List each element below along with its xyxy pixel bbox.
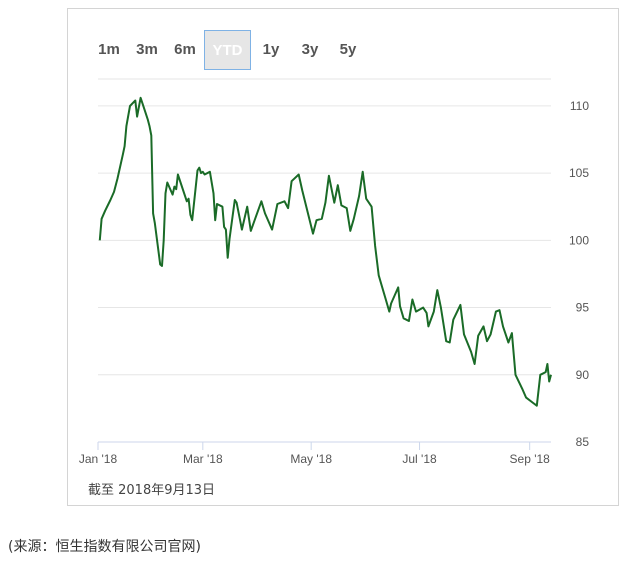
y-tick-label: 90	[576, 368, 590, 382]
x-tick-label: Jul '18	[402, 452, 437, 466]
source-note: (来源：恒生指数有限公司官网)	[8, 539, 201, 555]
x-tick-label: May '18	[290, 452, 332, 466]
grid-lines	[98, 78, 551, 376]
x-axis: Jan '18 Mar '18 May '18 Jul '18 Sep '18	[79, 441, 551, 466]
x-tick-label: Mar '18	[183, 452, 223, 466]
y-tick-label: 110	[570, 99, 589, 113]
line-chart: 85 90 95 100 105 110 Jan '18 Mar '18 May '18 Jul…	[79, 78, 589, 466]
y-tick-label: 85	[576, 435, 590, 449]
series-line	[98, 96, 552, 407]
x-tick-label: Jan '18	[79, 452, 118, 466]
x-tick-label: Sep '18	[510, 452, 551, 466]
y-tick-label: 105	[569, 166, 589, 180]
y-tick-label: 100	[569, 233, 589, 247]
chart-frame: 1m 3m 6m YTD 1y 3y 5y 85 90 95 100 105 110 Ja…	[67, 8, 619, 506]
y-tick-label: 95	[576, 301, 590, 315]
as-of-date-label: 截至 2018年9月13日	[88, 483, 216, 498]
y-axis-tick-labels: 85 90 95 100 105 110	[569, 99, 589, 449]
